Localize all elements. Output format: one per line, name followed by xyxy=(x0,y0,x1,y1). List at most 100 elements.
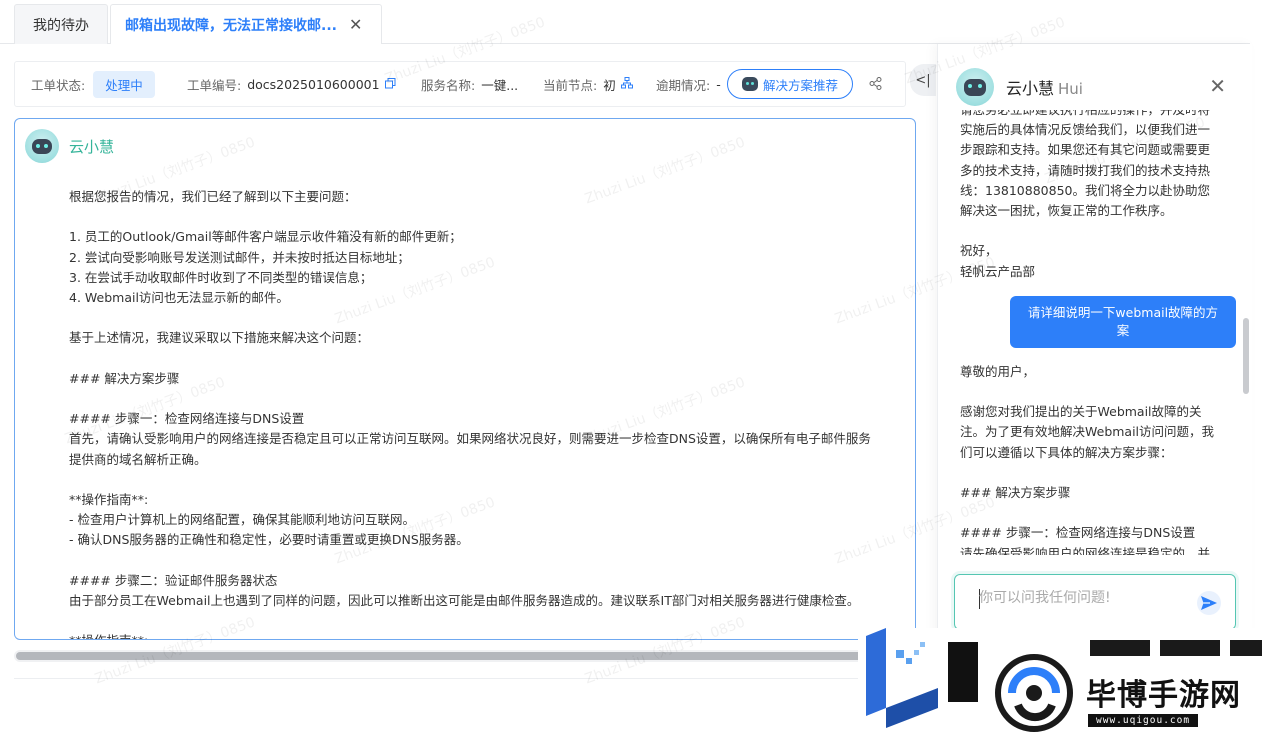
text-line: 尊敬的用户， xyxy=(960,363,1036,379)
text-line: 们可以遵循以下具体的解决方案步骤： xyxy=(960,444,1173,460)
text-line xyxy=(69,389,899,409)
text-line: 实施后的具体情况反馈给我们，以便我们进一 xyxy=(960,122,1211,138)
chat-title-sub: Hui xyxy=(1058,80,1083,98)
close-icon[interactable]: ✕ xyxy=(349,15,362,34)
text-line: **操作指南**: xyxy=(69,491,149,507)
chat-title-text: 云小慧 xyxy=(1006,79,1055,98)
text-line: 基于上述情况，我建议采取以下措施来解决这个问题： xyxy=(69,330,370,346)
ticket-number-field: 工单编号: docs2025010600001 xyxy=(187,75,396,94)
text-line: 解决这一困扰，恢复正常的工作秩序。 xyxy=(960,203,1173,219)
text-line: 由于部分员工在Webmail上也遇到了同样的问题，因此可以推断出这可能是由邮件服… xyxy=(69,592,860,608)
text-line: 感谢您对我们提出的关于Webmail故障的关 xyxy=(960,404,1202,420)
service-name-label: 服务名称: xyxy=(421,77,476,93)
chat-messages[interactable]: 请您务必立即建议执行相应的操作，并及时将实施后的具体情况反馈给我们，以便我们进一… xyxy=(960,110,1242,555)
vertical-scrollbar[interactable] xyxy=(1243,318,1249,394)
text-line: 3. 在尝试手动收取邮件时收到了不同类型的错误信息； xyxy=(69,269,373,285)
text-line: 1. 员工的Outlook/Gmail等邮件客户端显示收件箱没有新的邮件更新； xyxy=(69,229,462,245)
collapse-panel-button[interactable]: <| xyxy=(910,64,936,96)
current-node-label: 当前节点: xyxy=(543,77,598,93)
tab-my-todo[interactable]: 我的待办 xyxy=(14,4,108,44)
text-line: 注。为了更有效地解决Webmail访问问题，我 xyxy=(960,424,1215,440)
text-line: 提供商的域名解析正确。 xyxy=(69,451,207,467)
bot-name: 云小慧 xyxy=(69,137,115,156)
text-line: - 检查用户计算机上的网络配置，确保其能顺利地访问互联网。 xyxy=(69,512,415,528)
tab-label: 我的待办 xyxy=(33,17,89,34)
text-line: **操作指南**: xyxy=(69,631,899,639)
copy-icon[interactable] xyxy=(384,77,396,92)
brand-emblem-icon xyxy=(995,654,1073,732)
text-line: #### 步骤一：检查网络连接与DNS设置 xyxy=(960,525,1196,541)
status-badge: 处理中 xyxy=(93,70,155,98)
text-line: ### 解决方案步骤 xyxy=(960,485,1071,500)
solution-recommend-button[interactable]: 解决方案推荐 xyxy=(727,69,853,99)
text-line: 多的技术支持，请随时拨打我们的技术支持热 xyxy=(960,162,1211,178)
ticket-number-label: 工单编号: xyxy=(187,77,242,93)
share-icon[interactable] xyxy=(869,77,882,93)
text-line xyxy=(960,463,1222,483)
text-line: 轻帆云产品部 xyxy=(960,263,1036,279)
tab-ticket[interactable]: 邮箱出现故障，无法正常接收邮... ✕ xyxy=(110,4,382,44)
text-line: ### 解决方案步骤 xyxy=(69,370,180,386)
divider xyxy=(14,678,894,679)
overdue-value: - xyxy=(716,76,721,92)
close-icon[interactable]: ✕ xyxy=(1209,74,1226,98)
answer-content: 根据您报告的情况，我们已经了解到以下主要问题： 1. 员工的Outlook/Gma… xyxy=(69,187,899,639)
text-line: #### 步骤一：检查网络连接与DNS设置 xyxy=(69,411,305,427)
chat-input-box[interactable] xyxy=(954,574,1236,630)
text-line: #### 步骤二：验证邮件服务器状态 xyxy=(69,572,278,588)
solution-recommend-label: 解决方案推荐 xyxy=(762,77,838,93)
service-name-value: 一键... xyxy=(481,77,519,93)
user-message: 请详细说明一下webmail故障的方案 xyxy=(1010,295,1236,348)
collapse-icon: <| xyxy=(915,72,931,88)
text-line: 步跟踪和支持。如果您还有其它问题或需要更 xyxy=(960,142,1211,158)
flow-icon[interactable] xyxy=(620,76,633,92)
bot-avatar xyxy=(25,129,59,163)
text-line: 请先确保受影响用户的网络连接是稳定的，并 xyxy=(960,545,1211,555)
text-line xyxy=(69,470,899,490)
horizontal-scrollbar[interactable] xyxy=(14,650,894,662)
send-button[interactable] xyxy=(1197,591,1221,615)
bot-message: 请您务必立即建议执行相应的操作，并及时将实施后的具体情况反馈给我们，以便我们进一… xyxy=(960,110,1222,282)
brand-watermark-logo: 毕博手游网 www.uqigou.com xyxy=(858,628,1265,733)
text-line: 4. Webmail访问也无法显示新的邮件。 xyxy=(69,290,289,305)
brand-logo-icon xyxy=(866,628,978,728)
text-line xyxy=(69,349,899,369)
send-icon xyxy=(1201,596,1217,610)
bot-message: 尊敬的用户， 感谢您对我们提出的关于Webmail故障的关 注。为了更有效地解决We… xyxy=(960,362,1222,555)
overdue-field: 逾期情况: - xyxy=(656,75,721,94)
text-line xyxy=(960,382,1222,402)
answer-card-header: 云小慧 xyxy=(25,129,114,163)
text-line xyxy=(69,308,899,328)
text-line: 请您务必立即建议执行相应的操作，并及时将 xyxy=(960,110,1222,120)
bot-avatar xyxy=(956,68,994,106)
robot-icon xyxy=(741,77,758,91)
brand-name: 毕博手游网 xyxy=(1086,678,1241,713)
text-line: - 确认DNS服务器的正确性和稳定性，必要时请重置或更换DNS服务器。 xyxy=(69,532,469,548)
chat-title: 云小慧 Hui xyxy=(1006,75,1083,99)
current-node-value: 初 xyxy=(603,77,616,93)
text-line: 根据您报告的情况，我们已经了解到以下主要问题： xyxy=(69,189,357,204)
text-line xyxy=(960,503,1222,523)
chat-input[interactable] xyxy=(979,590,1179,606)
text-line: 线：13810880850。我们将全力以赴协助您 xyxy=(960,182,1210,198)
text-line: 首先，请确认受影响用户的网络连接是否稳定且可以正常访问互联网。如果网络状况良好，… xyxy=(69,431,871,447)
brand-url: www.uqigou.com xyxy=(1088,714,1199,727)
text-line: 2. 尝试向受影响账号发送测试邮件，并未按时抵达目标地址； xyxy=(69,249,410,265)
overdue-label: 逾期情况: xyxy=(656,77,711,93)
tab-bar: 我的待办 邮箱出现故障，无法正常接收邮... ✕ xyxy=(0,0,1250,44)
chat-header: 云小慧 Hui xyxy=(956,68,1083,106)
ticket-info-bar: 工单状态: 处理中 工单编号: docs2025010600001 服务名称: … xyxy=(14,61,906,107)
text-line xyxy=(960,221,1222,241)
tab-label: 邮箱出现故障，无法正常接收邮... xyxy=(125,17,337,34)
scrollbar-thumb[interactable] xyxy=(16,652,878,660)
service-name-field: 服务名称: 一键... xyxy=(421,75,518,94)
text-line xyxy=(69,207,899,227)
ticket-number-value: docs2025010600001 xyxy=(247,76,380,92)
text-line xyxy=(69,551,899,571)
current-node-field: 当前节点: 初 xyxy=(543,75,633,94)
text-line xyxy=(69,611,899,631)
answer-card: 云小慧 根据您报告的情况，我们已经了解到以下主要问题： 1. 员工的Outlook… xyxy=(14,118,916,640)
status-field: 工单状态: 处理中 xyxy=(31,70,155,98)
status-label: 工单状态: xyxy=(31,77,86,93)
text-line: 祝好， xyxy=(960,243,998,259)
